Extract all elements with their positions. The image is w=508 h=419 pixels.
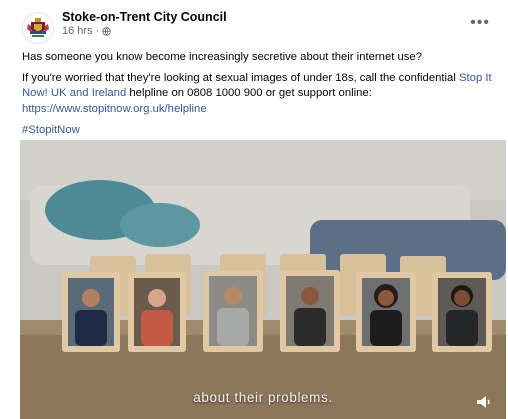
post-text: Has someone you know become increasingly… — [22, 50, 492, 144]
video-player[interactable]: about their problems. — [20, 140, 506, 419]
more-options-icon[interactable]: ••• — [470, 14, 490, 32]
hashtag-link[interactable]: #StopitNow — [22, 124, 80, 136]
post-meta: 16 hrs · — [62, 25, 227, 38]
volume-icon[interactable] — [476, 395, 494, 409]
council-crest-icon[interactable] — [22, 12, 54, 44]
page-name-link[interactable]: Stoke-on-Trent City Council — [62, 10, 227, 25]
globe-icon — [102, 27, 112, 36]
video-frame — [20, 140, 506, 419]
post-line-2: If you're worried that they're looking a… — [22, 72, 492, 115]
helpline-url-link[interactable]: https://www.stopitnow.org.uk/helpline — [22, 103, 207, 115]
post-header: Stoke-on-Trent City Council 16 hrs · — [22, 10, 227, 44]
video-caption: about their problems. — [193, 390, 333, 405]
post-timestamp[interactable]: 16 hrs · — [62, 25, 99, 38]
post-line-1: Has someone you know become increasingly… — [22, 51, 423, 63]
hashtag-paragraph: #StopitNow — [22, 123, 492, 138]
facebook-post: Stoke-on-Trent City Council 16 hrs · •••… — [0, 0, 508, 419]
